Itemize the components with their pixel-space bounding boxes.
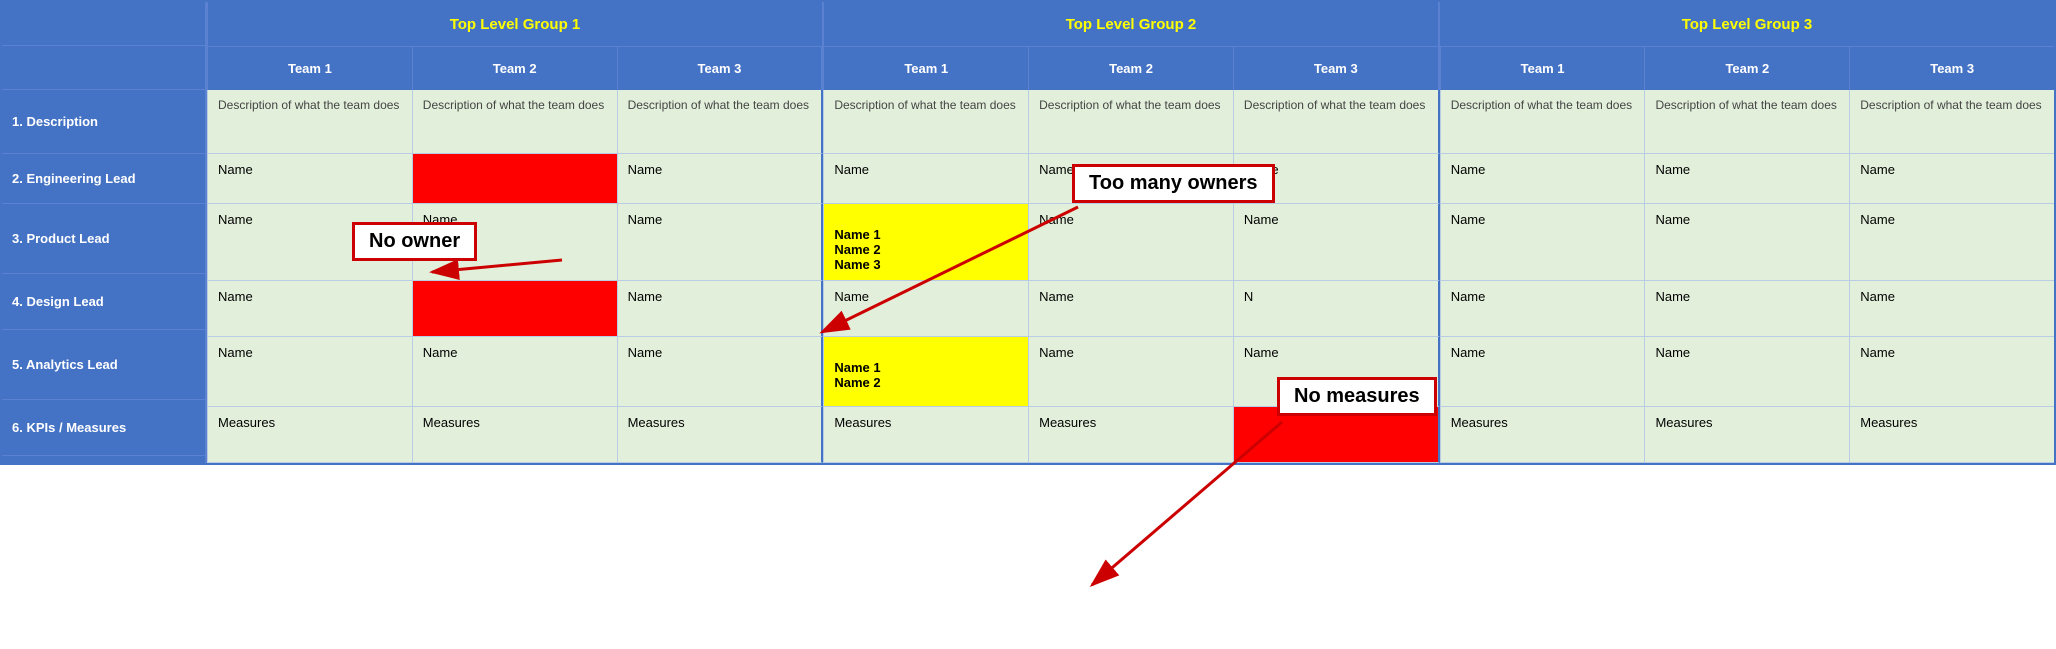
- cell-r1-c7: Description of what the team does: [1440, 90, 1645, 154]
- cell-r2-c9: Name: [1849, 154, 2054, 204]
- cell-r6-c2: Measures: [412, 407, 617, 463]
- cell-r1-c2: Description of what the team does: [412, 90, 617, 154]
- cell-r1-c8: Description of what the team does: [1644, 90, 1849, 154]
- cell-r6-c8: Measures: [1644, 407, 1849, 463]
- cell-r6-c3: Measures: [617, 407, 824, 463]
- cell-r6-c4: Measures: [823, 407, 1028, 463]
- cell-r5-c9: Name: [1849, 337, 2054, 407]
- group-headers-row: Top Level Group 1 Top Level Group 2 Top …: [207, 2, 2054, 46]
- cell-r2-c3: Name: [617, 154, 824, 204]
- cell-r6-c1: Measures: [207, 407, 412, 463]
- row-header-column: 1. Description 2. Engineering Lead 3. Pr…: [2, 2, 207, 463]
- team-g2-t3: Team 3: [1233, 47, 1440, 90]
- annotation-no-measures: No measures: [1277, 377, 1437, 416]
- row-description: Description of what the team does Descri…: [207, 90, 2054, 154]
- cell-r3-c3: Name: [617, 204, 824, 281]
- cell-r5-c7: Name: [1440, 337, 1645, 407]
- team-g1-t2: Team 2: [412, 47, 617, 90]
- cell-r5-c1: Name: [207, 337, 412, 407]
- cell-r2-c1: Name: [207, 154, 412, 204]
- cell-r5-c3: Name: [617, 337, 824, 407]
- row-header-design: 4. Design Lead: [2, 274, 205, 330]
- corner-sub: [2, 46, 205, 90]
- group-header-3: Top Level Group 3: [1440, 2, 2054, 46]
- team-g3-t3: Team 3: [1849, 47, 2054, 90]
- team-g2-t2: Team 2: [1028, 47, 1233, 90]
- row-header-product: 3. Product Lead: [2, 204, 205, 274]
- cell-r4-c3: Name: [617, 281, 824, 337]
- team-g3-t1: Team 1: [1440, 47, 1645, 90]
- row-header-engineering: 2. Engineering Lead: [2, 154, 205, 204]
- team-g1-t1: Team 1: [207, 47, 412, 90]
- row-analytics: Name Name Name Name 1 Name 2 Name Name N…: [207, 337, 2054, 407]
- cell-r3-c5: Name: [1028, 204, 1233, 281]
- cell-r1-c1: Description of what the team does: [207, 90, 412, 154]
- cell-r3-c7: Name: [1440, 204, 1645, 281]
- cell-r4-c5: Name: [1028, 281, 1233, 337]
- cell-r4-c2-red: [412, 281, 617, 337]
- cell-r3-c4-multi: Name 1 Name 2 Name 3: [823, 204, 1028, 281]
- main-table: 1. Description 2. Engineering Lead 3. Pr…: [0, 0, 2056, 465]
- team-g1-t3: Team 3: [617, 47, 824, 90]
- row-design: Name Name Name Name N Name Name: [207, 281, 2054, 337]
- cell-r3-c6: Name: [1233, 204, 1440, 281]
- cell-r1-c3: Description of what the team does: [617, 90, 824, 154]
- cell-r4-c9: Name: [1849, 281, 2054, 337]
- group-header-2: Top Level Group 2: [824, 2, 1440, 46]
- cell-r3-c8: Name: [1644, 204, 1849, 281]
- cell-r5-c4-multi: Name 1 Name 2: [823, 337, 1028, 407]
- team-g3-t2: Team 2: [1644, 47, 1849, 90]
- cell-r6-c7: Measures: [1440, 407, 1645, 463]
- cell-r5-c8: Name: [1644, 337, 1849, 407]
- cell-r2-c8: Name: [1644, 154, 1849, 204]
- cell-r4-c6: N: [1233, 281, 1440, 337]
- cell-r3-c9: Name: [1849, 204, 2054, 281]
- cell-r5-c2: Name: [412, 337, 617, 407]
- cell-r6-c9: Measures: [1849, 407, 2054, 463]
- cell-r4-c1: Name: [207, 281, 412, 337]
- cell-r4-c8: Name: [1644, 281, 1849, 337]
- cell-r6-c5: Measures: [1028, 407, 1233, 463]
- row-kpis: Measures Measures Measures Measures Meas…: [207, 407, 2054, 463]
- row-product: Name Name Name Name 1 Name 2 Name 3 Name…: [207, 204, 2054, 281]
- data-area: Top Level Group 1 Top Level Group 2 Top …: [207, 2, 2054, 463]
- annotation-no-owner: No owner: [352, 222, 477, 261]
- cell-r2-c7: Name: [1440, 154, 1645, 204]
- annotation-too-many-owners: Too many owners: [1072, 164, 1275, 203]
- team-headers-row: Team 1 Team 2 Team 3 Team 1 Team 2 Team …: [207, 46, 2054, 90]
- cell-r2-c2-no-owner: [412, 154, 617, 204]
- corner-top: [2, 2, 205, 46]
- cell-r4-c4: Name: [823, 281, 1028, 337]
- cell-r4-c7: Name: [1440, 281, 1645, 337]
- group-header-1: Top Level Group 1: [207, 2, 824, 46]
- row-header-description: 1. Description: [2, 90, 205, 154]
- cell-r1-c9: Description of what the team does: [1849, 90, 2054, 154]
- row-header-analytics: 5. Analytics Lead: [2, 330, 205, 400]
- cell-r1-c6: Description of what the team does: [1233, 90, 1440, 154]
- cell-r1-c5: Description of what the team does: [1028, 90, 1233, 154]
- cell-r5-c5: Name: [1028, 337, 1233, 407]
- team-g2-t1: Team 1: [823, 47, 1028, 90]
- row-header-kpis: 6. KPIs / Measures: [2, 400, 205, 456]
- cell-r1-c4: Description of what the team does: [823, 90, 1028, 154]
- cell-r2-c4: Name: [823, 154, 1028, 204]
